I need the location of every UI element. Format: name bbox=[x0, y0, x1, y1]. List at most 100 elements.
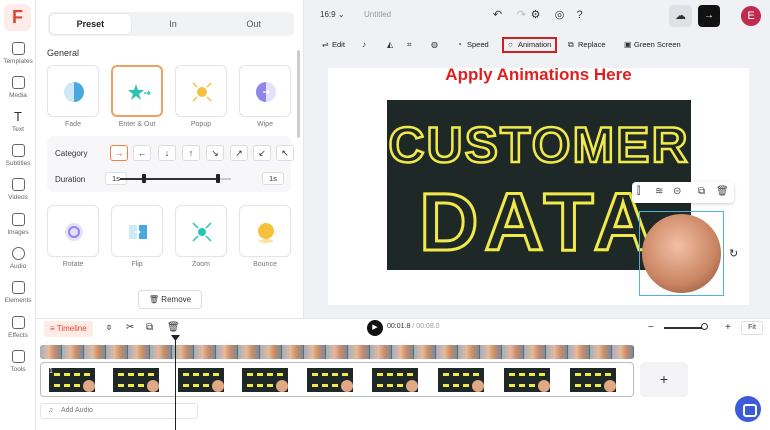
effect-card-fade[interactable]: Fade bbox=[47, 65, 99, 128]
avatar-track[interactable] bbox=[40, 345, 634, 359]
direction-down-left-button[interactable]: ↙ bbox=[253, 145, 271, 161]
direction-down-button[interactable]: ↓ bbox=[158, 145, 176, 161]
clip-toolbar: ⇌ Edit ♪ ◭ ⌗ ◍ ◔ Speed ○ Animation ⧉ Replace… bbox=[314, 34, 770, 56]
help-icon[interactable]: ? bbox=[573, 9, 586, 22]
duration-slider[interactable] bbox=[120, 174, 231, 183]
layers-icon[interactable]: ≋ bbox=[655, 186, 663, 197]
time-display: 00:01.8 / 00:08.0 bbox=[387, 323, 440, 330]
panel-scrollbar[interactable] bbox=[297, 50, 300, 138]
replace-button[interactable]: ⧉ Replace bbox=[568, 37, 606, 53]
zoom-slider-handle[interactable] bbox=[701, 323, 708, 330]
track-clip[interactable] bbox=[307, 368, 353, 392]
nav-effects[interactable]: Effects bbox=[0, 316, 36, 348]
redo-icon[interactable]: ↷ bbox=[515, 9, 528, 22]
edit-icon: ⇌ bbox=[322, 40, 329, 49]
main-video-track[interactable]: 1 bbox=[40, 362, 634, 397]
duration-slider-start-handle[interactable] bbox=[142, 174, 146, 183]
effect-card-enter-out[interactable]: Enter & Out bbox=[111, 65, 163, 128]
fade-icon bbox=[64, 82, 84, 102]
nav-videos[interactable]: Videos bbox=[0, 178, 36, 210]
track-clip[interactable] bbox=[242, 368, 288, 392]
tab-out[interactable]: Out bbox=[213, 12, 294, 36]
effect-card-popup[interactable]: Popup bbox=[175, 65, 227, 128]
opacity-button[interactable]: ◍ bbox=[431, 37, 441, 53]
avatar-video-overlay[interactable] bbox=[639, 211, 724, 296]
app-logo[interactable]: F bbox=[4, 4, 31, 31]
track-clip[interactable] bbox=[49, 368, 95, 392]
duration-end-input[interactable]: 1s bbox=[262, 172, 284, 185]
screenshot-icon[interactable]: ◎ bbox=[553, 9, 566, 22]
user-avatar[interactable]: E bbox=[741, 6, 761, 26]
chat-support-button[interactable] bbox=[735, 396, 761, 422]
timeline-toggle[interactable]: ≡ Timeline bbox=[44, 321, 93, 337]
playhead-line[interactable] bbox=[175, 337, 176, 430]
project-title[interactable]: Untitled bbox=[364, 10, 391, 19]
layer-action-bar: ⫿ ≋ ⊝ ⧉ 🗑 bbox=[632, 182, 734, 203]
zoom-slider[interactable] bbox=[664, 327, 704, 329]
cloud-save-button[interactable]: ☁ bbox=[669, 5, 692, 27]
aspect-ratio-select[interactable]: 16:9 ⌄ bbox=[320, 10, 345, 19]
direction-up-button[interactable]: ↑ bbox=[182, 145, 200, 161]
direction-up-right-button[interactable]: ↗ bbox=[230, 145, 248, 161]
undo-icon[interactable]: ↶ bbox=[491, 9, 504, 22]
nav-subtitles[interactable]: Subtitles bbox=[0, 144, 36, 176]
rotate-handle-icon[interactable]: ↻ bbox=[729, 247, 738, 260]
nav-elements[interactable]: Elements bbox=[0, 281, 36, 313]
copy-icon[interactable]: ⧉ bbox=[146, 322, 153, 333]
zoom-out-icon[interactable]: − bbox=[648, 322, 654, 333]
zoom-in-icon[interactable]: + bbox=[725, 322, 731, 333]
track-clip[interactable] bbox=[372, 368, 418, 392]
remove-animation-button[interactable]: 🗑 Remove bbox=[138, 290, 202, 309]
left-nav: F Templates Media T Text Subtitles Videos… bbox=[0, 0, 36, 430]
nav-templates[interactable]: Templates bbox=[0, 42, 36, 74]
top-bar: 16:9 ⌄ Untitled ↶ ↷ ⚙ ◎ ? ☁ → E bbox=[304, 0, 770, 33]
duplicate-icon[interactable]: ⧉ bbox=[698, 186, 705, 197]
add-clip-button[interactable]: + bbox=[640, 362, 688, 397]
animation-button[interactable]: ○ Animation bbox=[502, 37, 558, 53]
direction-down-right-button[interactable]: ↘ bbox=[206, 145, 224, 161]
tab-preset[interactable]: Preset bbox=[50, 14, 131, 34]
split-icon[interactable]: ⌽ bbox=[106, 322, 112, 333]
track-clip[interactable] bbox=[504, 368, 550, 392]
fit-button[interactable]: Fit bbox=[741, 321, 763, 335]
edit-button[interactable]: ⇌ Edit bbox=[322, 37, 345, 53]
trash-timeline-icon[interactable]: 🗑 bbox=[167, 322, 180, 333]
tab-in[interactable]: In bbox=[133, 12, 214, 36]
nav-audio[interactable]: Audio bbox=[0, 247, 36, 279]
nav-text[interactable]: T Text bbox=[0, 110, 36, 142]
nav-media[interactable]: Media bbox=[0, 76, 36, 108]
scissors-icon[interactable]: ✂ bbox=[126, 322, 134, 333]
track-clip[interactable] bbox=[570, 368, 616, 392]
track-clip[interactable] bbox=[178, 368, 224, 392]
duration-slider-fill bbox=[120, 178, 216, 180]
nav-tools[interactable]: Tools bbox=[0, 350, 36, 382]
green-screen-icon: ▣ bbox=[624, 40, 632, 49]
crop-button[interactable]: ⌗ bbox=[407, 37, 417, 53]
opacity-icon: ◍ bbox=[431, 40, 438, 49]
subtitles-icon bbox=[11, 144, 25, 157]
effect-card-flip[interactable]: Flip bbox=[111, 205, 163, 268]
settings-icon[interactable]: ⚙ bbox=[529, 9, 542, 22]
speed-button[interactable]: ◔ Speed bbox=[457, 37, 489, 53]
effect-card-rotate[interactable]: Rotate bbox=[47, 205, 99, 268]
text-icon: T bbox=[14, 109, 22, 124]
direction-left-button[interactable]: ← bbox=[133, 145, 151, 161]
green-screen-button[interactable]: ▣ Green Screen bbox=[624, 37, 681, 53]
effect-card-wipe[interactable]: Wipe bbox=[239, 65, 291, 128]
align-icon[interactable]: ⫿ bbox=[637, 186, 640, 197]
track-clip[interactable] bbox=[438, 368, 484, 392]
volume-button[interactable]: ♪ bbox=[362, 37, 372, 53]
effect-card-bounce[interactable]: Bounce bbox=[239, 205, 291, 268]
delete-icon[interactable]: 🗑 bbox=[716, 186, 729, 197]
track-clip[interactable] bbox=[113, 368, 159, 392]
nav-images[interactable]: Images bbox=[0, 213, 36, 245]
export-button[interactable]: → bbox=[698, 5, 720, 27]
direction-up-left-button[interactable]: ↖ bbox=[276, 145, 294, 161]
duration-slider-end-handle[interactable] bbox=[216, 174, 220, 183]
direction-right-button[interactable]: → bbox=[110, 145, 128, 161]
play-button[interactable]: ▶ bbox=[367, 320, 383, 336]
flip-button[interactable]: ◭ bbox=[387, 37, 397, 53]
play-icon: ▶ bbox=[372, 324, 378, 331]
effect-card-zoom[interactable]: Zoom bbox=[175, 205, 227, 268]
lock-icon[interactable]: ⊝ bbox=[673, 186, 681, 197]
